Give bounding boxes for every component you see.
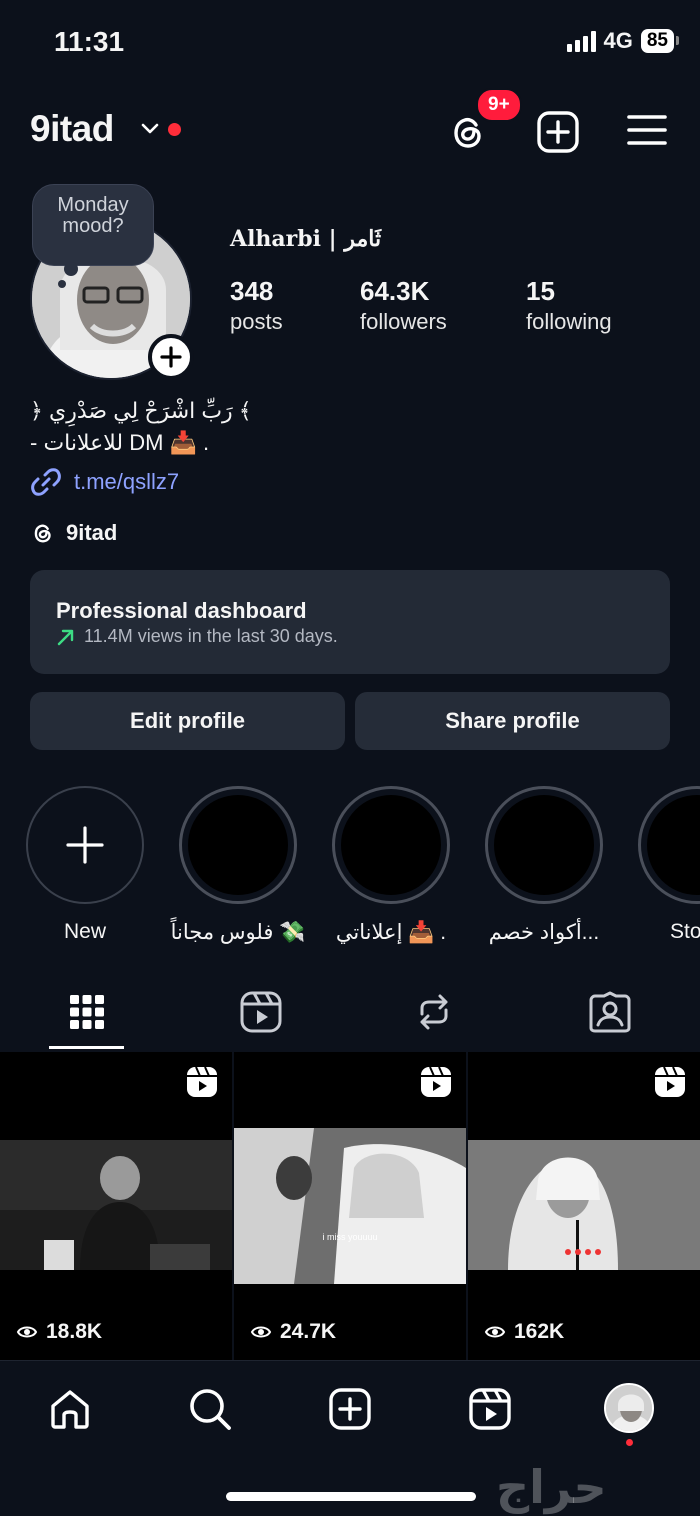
plus-icon	[66, 826, 104, 864]
search-icon	[190, 1389, 231, 1430]
reel-indicator-icon	[187, 1066, 217, 1097]
highlight-label: New	[63, 920, 106, 943]
add-story-button[interactable]	[148, 334, 194, 380]
highlight-item[interactable]: إعلاناتي 📥 .	[332, 786, 450, 945]
chevron-down-icon[interactable]	[138, 116, 162, 140]
views-icon	[16, 1326, 38, 1338]
home-icon	[51, 1390, 89, 1429]
nav-home[interactable]	[48, 1387, 92, 1431]
highlight-label: فلوس مجاناً 💸	[170, 921, 306, 944]
link-text[interactable]: t.me/qsllz7	[74, 469, 179, 495]
views-icon	[250, 1326, 272, 1338]
profile-avatar[interactable]	[604, 1383, 654, 1433]
highlight-ring	[26, 786, 144, 904]
profile-tabs	[0, 982, 700, 1052]
tab-tagged[interactable]	[580, 982, 640, 1042]
reel-indicator-icon	[655, 1066, 685, 1097]
threads-icon	[34, 524, 51, 543]
dashboard-title: Professional dashboard	[56, 598, 307, 623]
reels-icon	[469, 1388, 511, 1430]
grid-post[interactable]: 18.8K	[0, 1052, 232, 1360]
posts-count[interactable]: 348 posts	[230, 276, 283, 335]
mood-bubble-tail-small	[58, 280, 66, 288]
display-name: Alharbi | ثَامر	[230, 226, 382, 252]
grid-icon	[70, 995, 104, 1029]
create-post-icon[interactable]	[536, 110, 580, 154]
active-tab-indicator	[49, 1046, 124, 1049]
signal-icon	[566, 30, 596, 52]
status-bar: 11:31 4G 85	[0, 0, 700, 88]
mood-bubble-tail	[64, 262, 78, 276]
highlight-item[interactable]: أكواد خصم...	[485, 786, 603, 945]
video-caption: i miss youuuu	[322, 1232, 378, 1242]
highlight-label: إعلاناتي 📥 .	[335, 921, 447, 944]
highlight-ring	[332, 786, 450, 904]
mood-bubble[interactable]: Monday mood?	[32, 184, 154, 266]
username[interactable]: 9itad	[30, 108, 114, 150]
tab-reels[interactable]	[231, 982, 291, 1042]
bio-link[interactable]: t.me/qsllz7	[30, 466, 179, 498]
highlight-ring	[179, 786, 297, 904]
dashboard-subtitle: 11.4M views in the last 30 days.	[56, 626, 338, 647]
bio-line: - للاعلانات DM 📥 .	[30, 430, 210, 455]
highlight-new[interactable]: New	[26, 786, 144, 944]
highlight-ring	[638, 786, 700, 904]
post-thumbnail	[468, 1140, 700, 1270]
home-indicator[interactable]	[226, 1492, 476, 1501]
highlight-ring	[485, 786, 603, 904]
followers-count[interactable]: 64.3K followers	[360, 276, 447, 335]
network-label: 4G	[603, 28, 633, 53]
reels-icon	[240, 991, 282, 1033]
highlight-item[interactable]: Sto	[638, 786, 700, 944]
bio-line: ﴿ رَبِّ اشْرَحْ لِي صَدْرِي ﴾	[30, 398, 252, 423]
view-count: 18.8K	[16, 1320, 102, 1344]
tab-reposts[interactable]	[404, 982, 464, 1042]
views-icon	[484, 1326, 506, 1338]
edit-profile-button[interactable]: Edit profile	[30, 692, 345, 750]
link-icon	[31, 468, 61, 496]
trend-up-icon	[57, 629, 74, 645]
nav-reels[interactable]	[468, 1387, 512, 1431]
highlight-item[interactable]: فلوس مجاناً 💸	[171, 786, 305, 945]
profile-header: 9itad 9+	[0, 88, 700, 166]
threads-handle: 9itad	[66, 520, 118, 545]
grid-post[interactable]: 162K	[468, 1052, 700, 1360]
highlight-label: أكواد خصم...	[488, 921, 600, 944]
post-thumbnail	[234, 1128, 466, 1284]
highlight-label: Sto	[670, 920, 700, 943]
nav-create[interactable]	[328, 1387, 372, 1431]
post-thumbnail	[0, 1140, 232, 1270]
reel-indicator-icon	[421, 1066, 451, 1097]
battery-icon: 85	[640, 29, 680, 53]
menu-icon[interactable]	[626, 112, 668, 148]
view-count: 162K	[484, 1320, 564, 1344]
view-count: 24.7K	[250, 1320, 336, 1344]
profile-notification-dot	[626, 1439, 633, 1446]
grid-post[interactable]: i miss youuuu 24.7K	[234, 1052, 466, 1360]
share-profile-button[interactable]: Share profile	[355, 692, 670, 750]
notification-badge: 9+	[476, 88, 522, 122]
threads-profile-link[interactable]: 9itad	[30, 520, 117, 546]
reposts-icon	[420, 994, 448, 1030]
professional-dashboard[interactable]: Professional dashboard 11.4M views in th…	[30, 570, 670, 674]
tagged-icon	[589, 991, 631, 1033]
nav-search[interactable]	[188, 1387, 232, 1431]
following-count[interactable]: 15 following	[526, 276, 612, 335]
posts-grid: 18.8K i miss youuuu 24.7K 162K	[0, 1052, 700, 1360]
tab-posts[interactable]	[57, 982, 117, 1042]
watermark-logo: حراج	[496, 1460, 607, 1514]
unread-dot	[168, 123, 181, 136]
status-time: 11:31	[54, 26, 125, 57]
create-icon	[329, 1388, 371, 1430]
